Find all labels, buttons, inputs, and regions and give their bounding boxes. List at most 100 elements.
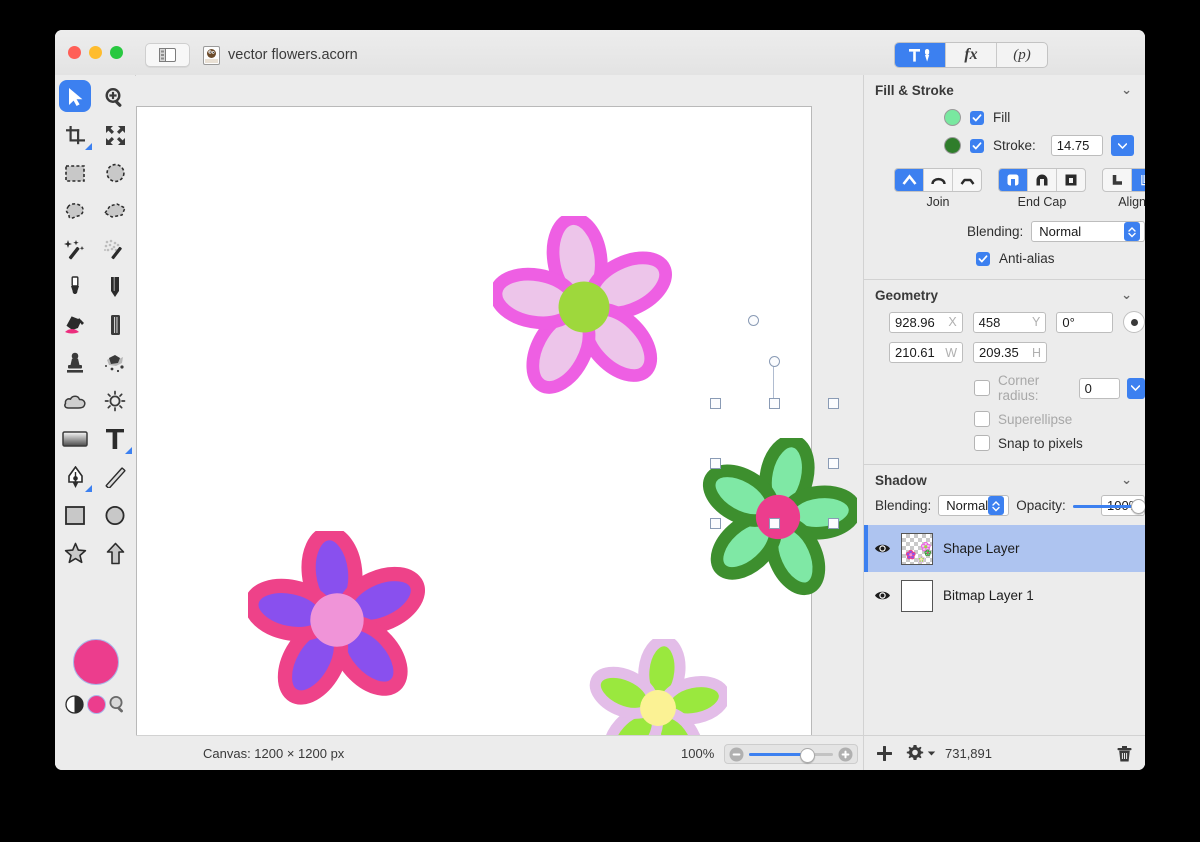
move-tool[interactable] (55, 78, 95, 116)
blur-tool[interactable] (55, 382, 95, 420)
stroke-width-dropdown-button[interactable] (1110, 135, 1134, 156)
selection-handle-e[interactable] (828, 458, 839, 469)
sidebar-toggle-button[interactable] (145, 43, 190, 67)
anti-alias-checkbox[interactable] (976, 251, 990, 266)
zoom-in-icon[interactable] (838, 747, 853, 762)
join-segment[interactable] (894, 168, 982, 192)
geometry-w-field[interactable]: 210.61 W (889, 342, 963, 363)
eye-icon[interactable] (874, 542, 891, 555)
stroke-width-field[interactable]: 14.75 (1050, 135, 1103, 156)
corner-radius-checkbox[interactable] (974, 380, 990, 396)
lasso-tool[interactable] (55, 192, 95, 230)
eraser-tool[interactable] (95, 306, 135, 344)
smudge-tool[interactable] (95, 344, 135, 382)
corner-radius-field[interactable]: 0 (1078, 377, 1120, 399)
flower-purple-magenta[interactable] (248, 531, 426, 709)
zoom-slider-knob[interactable] (800, 748, 815, 763)
gear-icon[interactable] (906, 744, 924, 762)
superellipse-checkbox[interactable] (974, 411, 990, 427)
polygon-lasso-tool[interactable] (95, 192, 135, 230)
chevron-down-icon[interactable]: ⌄ (1121, 287, 1132, 303)
layer-row-bitmap[interactable]: Bitmap Layer 1 (864, 572, 1145, 619)
layer-row-shape[interactable]: Shape Layer (864, 525, 1145, 572)
join-miter-button[interactable] (895, 169, 924, 191)
plus-icon[interactable] (876, 745, 893, 762)
selection-handle-se[interactable] (828, 518, 839, 529)
zoom-tool[interactable] (95, 78, 135, 116)
mode-filters-button[interactable]: fx (946, 43, 997, 67)
zoom-slider[interactable] (724, 744, 858, 764)
ellipse-select-tool[interactable] (95, 154, 135, 192)
color-picker-icon[interactable] (108, 695, 127, 714)
selection-handle-w[interactable] (710, 458, 721, 469)
ellipse-shape-tool[interactable] (95, 496, 135, 534)
arrow-shape-tool[interactable] (95, 534, 135, 572)
contrast-icon[interactable] (65, 694, 84, 714)
magic-wand-soft-tool[interactable] (95, 230, 135, 268)
corner-radius-dropdown-button[interactable] (1126, 377, 1145, 399)
drawing-canvas[interactable] (136, 106, 857, 770)
stroke-color-swatch[interactable] (944, 137, 961, 154)
chevron-down-icon[interactable]: ⌄ (1121, 82, 1132, 98)
gradient-tool[interactable] (55, 420, 95, 458)
flower-pink-lilac[interactable] (493, 216, 675, 398)
mini-foreground-swatch[interactable] (86, 694, 106, 714)
geometry-rotation-field[interactable]: 0° (1056, 311, 1114, 333)
fill-color-swatch[interactable] (944, 109, 961, 126)
join-round-button[interactable] (924, 169, 953, 191)
endcap-round-button[interactable] (1028, 169, 1057, 191)
brush-tool[interactable] (55, 268, 95, 306)
geometry-x-field[interactable]: 928.96 X (889, 311, 963, 333)
pencil-tool[interactable] (95, 268, 135, 306)
chevron-down-icon[interactable] (927, 750, 936, 757)
geometry-header[interactable]: Geometry ⌄ (864, 280, 1145, 310)
magic-wand-tool[interactable] (55, 230, 95, 268)
shadow-blending-popup[interactable]: Normal (938, 495, 1010, 516)
text-tool[interactable] (95, 420, 135, 458)
crop-tool[interactable] (55, 116, 95, 154)
clone-stamp-tool[interactable] (55, 344, 95, 382)
shadow-opacity-slider[interactable] (1072, 498, 1145, 514)
snap-to-pixels-checkbox[interactable] (974, 435, 990, 451)
rotation-dial[interactable] (1123, 311, 1145, 333)
join-bevel-button[interactable] (953, 169, 981, 191)
geometry-h-field[interactable]: 209.35 H (973, 342, 1047, 363)
foreground-color-swatch[interactable] (73, 639, 119, 685)
alignment-segment[interactable] (1102, 168, 1145, 192)
rectangle-shape-tool[interactable] (55, 496, 95, 534)
selection-handle-n[interactable] (769, 398, 780, 409)
selection-handle-ne[interactable] (828, 398, 839, 409)
minimize-button[interactable] (89, 46, 102, 59)
paint-bucket-tool[interactable] (55, 306, 95, 344)
rect-select-tool[interactable] (55, 154, 95, 192)
dodge-tool[interactable] (95, 382, 135, 420)
selection-rotate-far-handle[interactable] (748, 315, 759, 326)
fill-blending-popup[interactable]: Normal (1031, 221, 1145, 242)
geometry-y-field[interactable]: 458 Y (972, 311, 1047, 333)
inspector-mode-segment[interactable]: fx (p) (894, 42, 1048, 68)
fill-checkbox[interactable] (970, 110, 984, 125)
selection-handle-s[interactable] (769, 518, 780, 529)
transform-tool[interactable] (95, 116, 135, 154)
endcap-square-button[interactable] (1057, 169, 1085, 191)
mode-palettes-button[interactable]: (p) (997, 43, 1047, 67)
stroke-checkbox[interactable] (970, 138, 984, 153)
endcap-butt-button[interactable] (999, 169, 1028, 191)
fill-stroke-header[interactable]: Fill & Stroke ⌄ (864, 75, 1145, 105)
mode-tools-button[interactable] (895, 43, 946, 67)
alignment-center-button[interactable] (1132, 169, 1145, 191)
chevron-down-icon[interactable]: ⌄ (1121, 472, 1132, 488)
star-shape-tool[interactable] (55, 534, 95, 572)
bezier-pen-tool[interactable] (55, 458, 95, 496)
trash-icon[interactable] (1117, 745, 1132, 762)
line-tool[interactable] (95, 458, 135, 496)
endcap-segment[interactable] (998, 168, 1086, 192)
zoom-button[interactable] (110, 46, 123, 59)
shadow-header[interactable]: Shadow ⌄ (864, 465, 1145, 495)
selection-handle-sw[interactable] (710, 518, 721, 529)
alignment-inside-button[interactable] (1103, 169, 1132, 191)
selection-rotate-handle[interactable] (769, 356, 780, 367)
close-button[interactable] (68, 46, 81, 59)
shadow-opacity-knob[interactable] (1130, 498, 1145, 514)
selection-handle-nw[interactable] (710, 398, 721, 409)
